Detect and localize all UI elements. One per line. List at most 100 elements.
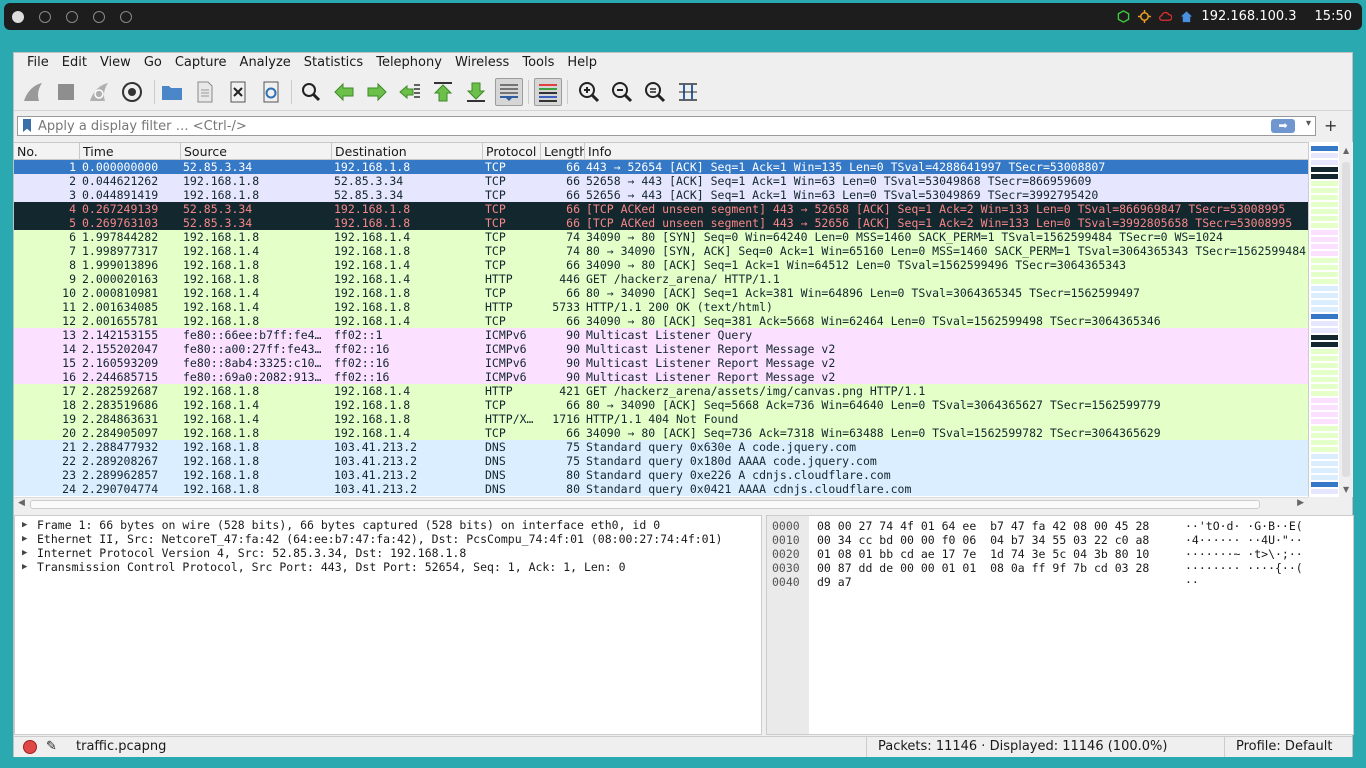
go-to-packet-button[interactable] xyxy=(396,78,424,106)
menu-capture[interactable]: Capture xyxy=(168,53,233,74)
packet-row[interactable]: 22 2.289208267 192.168.1.8 103.41.213.2 DNS 7… xyxy=(14,454,1321,468)
menu-wireless[interactable]: Wireless xyxy=(448,53,515,74)
detail-frame[interactable]: ▶ Frame 1: 66 bytes on wire (528 bits), 6… xyxy=(15,518,761,532)
packet-details-pane[interactable]: ▶ Frame 1: 66 bytes on wire (528 bits), 6… xyxy=(14,515,762,735)
column-header-info[interactable]: Info xyxy=(585,143,1321,159)
save-file-button[interactable] xyxy=(191,78,219,106)
packet-row[interactable]: 14 2.155202047 fe80::a00:27ff:fe43… ff02::1… xyxy=(14,342,1321,356)
column-header-time[interactable]: Time xyxy=(80,143,181,159)
packet-row[interactable]: 6 1.997844282 192.168.1.8 192.168.1.4 TCP 74 3… xyxy=(14,230,1321,244)
workspace-4-indicator[interactable] xyxy=(93,11,105,23)
capture-comment-icon[interactable]: ✎ xyxy=(46,739,57,754)
expand-arrow-icon[interactable]: ▶ xyxy=(22,560,27,574)
byte-ascii[interactable]: ·······~ ·t>\·;·· xyxy=(1185,547,1303,561)
packet-list-horizontal-scrollbar[interactable]: ◀ ▶ xyxy=(14,497,1308,511)
filter-bookmark-icon[interactable] xyxy=(23,119,31,132)
packet-row[interactable]: 16 2.244685715 fe80::69a0:2082:913… ff02::1… xyxy=(14,370,1321,384)
cloud-icon[interactable] xyxy=(1159,10,1173,23)
packet-row[interactable]: 8 1.999013896 192.168.1.8 192.168.1.4 TCP 66 3… xyxy=(14,258,1321,272)
packet-row[interactable]: 3 0.044891419 192.168.1.8 52.85.3.34 TCP 66 52… xyxy=(14,188,1321,202)
packet-row[interactable]: 2 0.044621262 192.168.1.8 52.85.3.34 TCP 66 52… xyxy=(14,174,1321,188)
apply-filter-button[interactable]: ➡ xyxy=(1271,119,1295,133)
menu-view[interactable]: View xyxy=(93,53,137,74)
workspace-1-indicator[interactable] xyxy=(12,11,24,23)
byte-hex[interactable]: d9 a7 xyxy=(817,575,852,589)
menu-statistics[interactable]: Statistics xyxy=(297,53,369,74)
menu-go[interactable]: Go xyxy=(137,53,168,74)
packet-row[interactable]: 15 2.160593209 fe80::8ab4:3325:c10… ff02::1… xyxy=(14,356,1321,370)
capture-options-button[interactable] xyxy=(118,78,146,106)
workspace-3-indicator[interactable] xyxy=(66,11,78,23)
byte-ascii[interactable]: ·· xyxy=(1185,575,1199,589)
packet-row[interactable]: 11 2.001634085 192.168.1.4 192.168.1.8 HTTP 5… xyxy=(14,300,1321,314)
first-packet-button[interactable] xyxy=(429,78,457,106)
byte-hex[interactable]: 08 00 27 74 4f 01 64 ee b7 47 fa 42 08 0… xyxy=(817,519,1149,533)
packet-bytes-pane[interactable]: 0000 08 00 27 74 4f 01 64 ee b7 47 fa 42… xyxy=(766,515,1354,735)
byte-hex[interactable]: 00 87 dd de 00 00 01 01 08 0a ff 9f 7b c… xyxy=(817,561,1149,575)
menu-edit[interactable]: Edit xyxy=(55,53,93,74)
column-header-length[interactable]: Length xyxy=(541,143,585,159)
close-file-button[interactable] xyxy=(224,78,252,106)
byte-hex[interactable]: 01 08 01 bb cd ae 17 7e 1d 74 3e 5c 04 3… xyxy=(817,547,1149,561)
detail-ipv4[interactable]: ▶ Internet Protocol Version 4, Src: 52.85… xyxy=(15,546,761,560)
packet-row[interactable]: 23 2.289962857 192.168.1.8 103.41.213.2 DNS 8… xyxy=(14,468,1321,482)
byte-ascii[interactable]: ········ ····{··( xyxy=(1185,561,1303,575)
display-filter-input[interactable] xyxy=(38,117,1268,135)
packet-row[interactable]: 12 2.001655781 192.168.1.8 192.168.1.4 TCP 66… xyxy=(14,314,1321,328)
start-capture-button[interactable] xyxy=(19,78,47,106)
resize-columns-button[interactable] xyxy=(674,78,702,106)
expand-arrow-icon[interactable]: ▶ xyxy=(22,532,27,546)
menu-telephony[interactable]: Telephony xyxy=(369,53,448,74)
packet-row[interactable]: 18 2.283519686 192.168.1.4 192.168.1.8 TCP 66… xyxy=(14,398,1321,412)
workspace-2-indicator[interactable] xyxy=(39,11,51,23)
profile-selector[interactable]: Profile: Default xyxy=(1236,739,1332,754)
filter-history-dropdown[interactable]: ▾ xyxy=(1306,118,1311,129)
packet-row[interactable]: 13 2.142153155 fe80::66ee:b7ff:fe4… ff02::1… xyxy=(14,328,1321,342)
byte-hex[interactable]: 00 34 cc bd 00 00 f0 06 04 b7 34 55 03 2… xyxy=(817,533,1149,547)
menu-file[interactable]: File xyxy=(20,53,55,74)
packet-row[interactable]: 17 2.282592687 192.168.1.8 192.168.1.4 HTTP 4… xyxy=(14,384,1321,398)
expand-arrow-icon[interactable]: ▶ xyxy=(22,546,27,560)
restart-capture-button[interactable] xyxy=(85,78,113,106)
packet-row[interactable]: 10 2.000810981 192.168.1.4 192.168.1.8 TCP 66… xyxy=(14,286,1321,300)
last-packet-button[interactable] xyxy=(462,78,490,106)
zoom-in-button[interactable] xyxy=(575,78,603,106)
workspace-5-indicator[interactable] xyxy=(120,11,132,23)
packet-row[interactable]: 24 2.290704774 192.168.1.8 103.41.213.2 DNS 8… xyxy=(14,482,1321,496)
column-header-protocol[interactable]: Protocol xyxy=(483,143,541,159)
byte-ascii[interactable]: ·4······ ··4U·"·· xyxy=(1185,533,1303,547)
expert-info-icon[interactable] xyxy=(23,740,37,754)
autoscroll-button[interactable] xyxy=(495,78,523,106)
detail-tcp[interactable]: ▶ Transmission Control Protocol, Src Port… xyxy=(15,560,761,574)
find-packet-button[interactable] xyxy=(297,78,325,106)
menu-tools[interactable]: Tools xyxy=(515,53,560,74)
add-filter-button-icon[interactable]: + xyxy=(1324,116,1337,135)
byte-ascii[interactable]: ··'tO·d· ·G·B··E( xyxy=(1185,519,1303,533)
packet-row[interactable]: 5 0.269763103 52.85.3.34 192.168.1.8 TCP 66 [T… xyxy=(14,216,1321,230)
zoom-out-button[interactable] xyxy=(608,78,636,106)
reload-file-button[interactable] xyxy=(257,78,285,106)
packet-row[interactable]: 4 0.267249139 52.85.3.34 192.168.1.8 TCP 66 [T… xyxy=(14,202,1321,216)
packet-row[interactable]: 7 1.998977317 192.168.1.4 192.168.1.8 TCP 74 8… xyxy=(14,244,1321,258)
detail-ethernet[interactable]: ▶ Ethernet II, Src: NetcoreT_47:fa:42 (64… xyxy=(15,532,761,546)
packet-row[interactable]: 9 2.000020163 192.168.1.8 192.168.1.4 HTTP 44… xyxy=(14,272,1321,286)
normal-size-button[interactable] xyxy=(641,78,669,106)
network-target-icon[interactable] xyxy=(1138,10,1152,23)
stop-capture-button[interactable] xyxy=(52,78,80,106)
expand-arrow-icon[interactable]: ▶ xyxy=(22,518,27,532)
cube-icon[interactable] xyxy=(1117,10,1130,23)
packet-minimap[interactable] xyxy=(1308,142,1339,497)
packet-list-vertical-scrollbar[interactable]: ▲ ▼ xyxy=(1339,142,1353,497)
packet-row[interactable]: 21 2.288477932 192.168.1.8 103.41.213.2 DNS 7… xyxy=(14,440,1321,454)
column-header-no[interactable]: No. xyxy=(14,143,80,159)
next-packet-button[interactable] xyxy=(363,78,391,106)
column-header-destination[interactable]: Destination xyxy=(332,143,483,159)
column-header-source[interactable]: Source xyxy=(181,143,332,159)
menu-analyze[interactable]: Analyze xyxy=(233,53,297,74)
open-file-button[interactable] xyxy=(158,78,186,106)
previous-packet-button[interactable] xyxy=(330,78,358,106)
packet-list[interactable]: No. Time Source Destination Protocol Len… xyxy=(14,142,1321,497)
packet-row[interactable]: 20 2.284905097 192.168.1.8 192.168.1.4 TCP 66… xyxy=(14,426,1321,440)
menu-help[interactable]: Help xyxy=(560,53,603,74)
packet-row[interactable]: 1 0.000000000 52.85.3.34 192.168.1.8 TCP 66 44… xyxy=(14,160,1321,174)
